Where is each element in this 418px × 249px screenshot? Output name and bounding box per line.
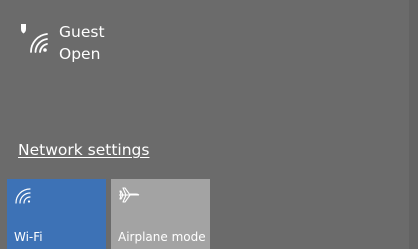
wifi-tile-label: Wi-Fi bbox=[14, 230, 43, 244]
airplane-mode-tile-button[interactable]: Airplane mode bbox=[111, 179, 210, 249]
wifi-icon bbox=[14, 186, 32, 204]
network-status: Open bbox=[59, 45, 101, 63]
wifi-warning-icon bbox=[17, 22, 49, 54]
airplane-mode-tile-label: Airplane mode bbox=[118, 230, 206, 244]
wifi-tile-button[interactable]: Wi-Fi bbox=[7, 179, 106, 249]
network-flyout: Guest Open Network settings Wi-Fi Airpla… bbox=[0, 0, 418, 249]
network-settings-link[interactable]: Network settings bbox=[18, 140, 149, 160]
network-name: Guest bbox=[59, 23, 105, 41]
airplane-icon bbox=[118, 186, 140, 204]
network-list-item[interactable]: Guest Open bbox=[0, 8, 409, 72]
flyout-edge bbox=[409, 0, 418, 249]
